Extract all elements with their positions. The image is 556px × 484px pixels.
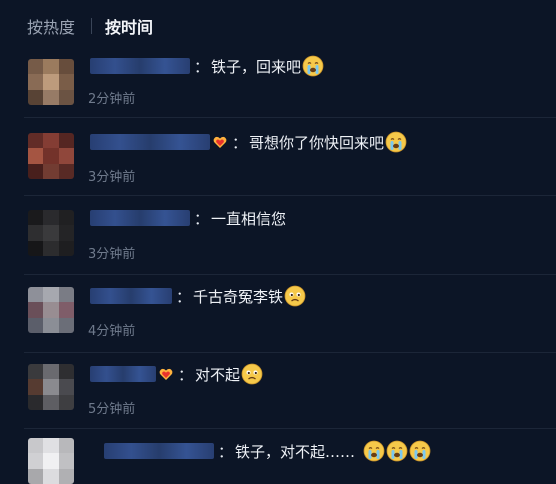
- comment-time: 3分钟前: [88, 170, 136, 185]
- sort-bar: 按热度 按时间: [27, 12, 153, 40]
- colon: ：: [194, 209, 210, 228]
- colon: ：: [218, 442, 234, 461]
- comment-text: 千古奇冤李铁: [193, 287, 284, 306]
- sort-by-hot-tab[interactable]: 按热度: [27, 14, 75, 38]
- comment-text: 铁子，对不起……: [235, 442, 356, 461]
- crying-emoji-icon: [363, 440, 385, 462]
- sort-divider: [91, 18, 93, 34]
- username-link[interactable]: [90, 210, 190, 226]
- avatar[interactable]: [28, 364, 74, 410]
- crying-emoji-icon: [302, 55, 324, 77]
- comment-time: 3分钟前: [88, 247, 136, 262]
- divider: [24, 117, 556, 118]
- avatar[interactable]: [28, 287, 74, 333]
- comment-time: 2分钟前: [88, 92, 136, 107]
- username-link[interactable]: [90, 134, 210, 150]
- username-link[interactable]: [104, 443, 214, 459]
- colon: ：: [232, 133, 248, 152]
- username-link[interactable]: [90, 366, 156, 382]
- comment-text: 对不起: [195, 365, 241, 384]
- crying-emoji-icon: [385, 131, 407, 153]
- avatar[interactable]: [28, 210, 74, 256]
- avatar[interactable]: [28, 59, 74, 105]
- colon: ：: [176, 287, 192, 306]
- sad-emoji-icon: [241, 363, 263, 385]
- comment-time: 4分钟前: [88, 324, 136, 339]
- divider: [24, 428, 556, 429]
- colon: ：: [178, 365, 194, 384]
- username-link[interactable]: [90, 58, 190, 74]
- heart-hands-icon: [212, 134, 228, 150]
- username-link[interactable]: [90, 288, 172, 304]
- divider: [24, 352, 556, 353]
- sort-by-time-tab[interactable]: 按时间: [105, 14, 153, 38]
- heart-hands-icon: [158, 366, 174, 382]
- comment-time: 5分钟前: [88, 402, 136, 417]
- comment-text: 哥想你了你快回来吧: [249, 133, 385, 152]
- comment-text: 一直相信您: [211, 209, 287, 228]
- divider: [24, 274, 556, 275]
- divider: [24, 195, 556, 196]
- avatar[interactable]: [28, 438, 74, 484]
- colon: ：: [194, 57, 210, 76]
- avatar[interactable]: [28, 133, 74, 179]
- sad-emoji-icon: [284, 285, 306, 307]
- crying-emoji-icon: [409, 440, 431, 462]
- comment-text: 铁子，回来吧: [211, 57, 302, 76]
- crying-emoji-icon: [386, 440, 408, 462]
